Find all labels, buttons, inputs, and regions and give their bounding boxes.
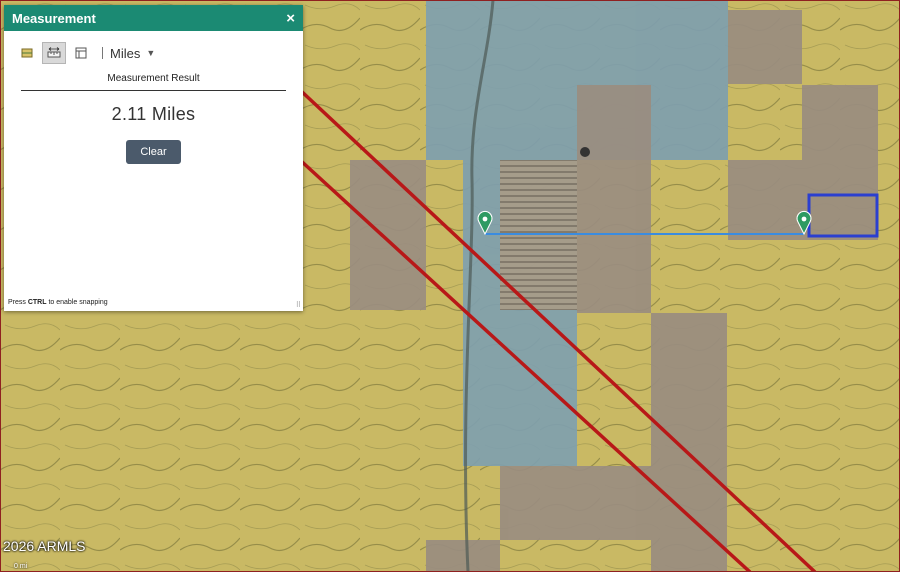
watermark: 2026 ARMLS bbox=[3, 538, 86, 554]
location-measure-button[interactable] bbox=[70, 42, 92, 64]
clear-button[interactable]: Clear bbox=[126, 140, 181, 164]
result-value: 2.11 Miles bbox=[111, 104, 196, 124]
area-measure-icon bbox=[21, 48, 33, 58]
result-divider bbox=[21, 90, 286, 91]
hint-prefix: Press bbox=[8, 299, 28, 306]
unit-dropdown-value: Miles bbox=[110, 45, 141, 61]
unit-dropdown[interactable]: Miles ▼ bbox=[110, 46, 155, 61]
map-feature-dot bbox=[580, 147, 590, 157]
resize-grip-icon[interactable]: ⠿ bbox=[296, 301, 301, 309]
close-button[interactable]: × bbox=[286, 11, 295, 26]
location-measure-icon bbox=[75, 47, 87, 59]
area-measure-button[interactable] bbox=[16, 42, 38, 64]
result-label: Measurement Result bbox=[107, 73, 200, 84]
scale-label: 0 mi bbox=[14, 563, 28, 570]
panel-header: Measurement × bbox=[4, 5, 303, 31]
distance-measure-button[interactable] bbox=[42, 42, 66, 64]
caret-down-icon: ▼ bbox=[146, 48, 156, 58]
distance-measure-icon bbox=[47, 47, 61, 58]
toolbar-separator bbox=[102, 47, 103, 59]
measurement-panel: Measurement × Miles ▼ Measurement Result… bbox=[4, 5, 303, 311]
hint-key: CTRL bbox=[27, 299, 47, 306]
hint-suffix: to enable snapping bbox=[46, 299, 108, 306]
snapping-hint: Press CTRL to enable snapping bbox=[8, 299, 108, 306]
panel-title: Measurement bbox=[12, 10, 96, 26]
measure-toolbar: Miles ▼ bbox=[4, 31, 303, 65]
